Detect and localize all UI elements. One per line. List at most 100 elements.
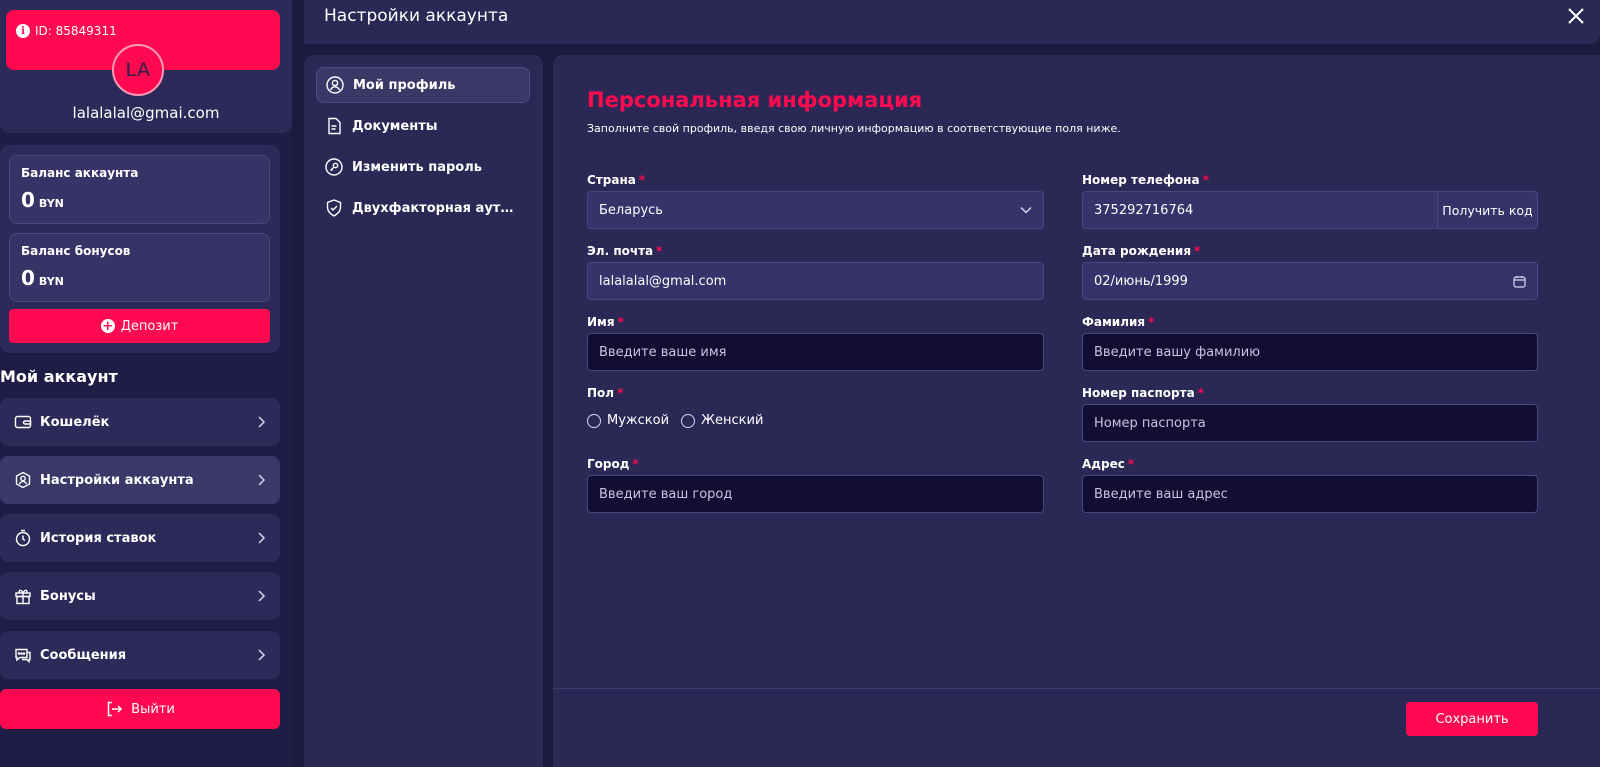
phone-field-group: 375292716764 Получить код xyxy=(1082,191,1538,229)
birthdate-label-text: Дата рождения xyxy=(1082,244,1192,258)
first-name-label-text: Имя xyxy=(587,315,615,329)
country-label-text: Страна xyxy=(587,173,636,187)
first-name-input[interactable]: Введите ваше имя xyxy=(587,333,1044,371)
country-value: Беларусь xyxy=(599,202,663,218)
required-mark: * xyxy=(1148,315,1155,329)
chevron-down-icon xyxy=(1020,206,1032,214)
birthdate-value: 02/июнь/1999 xyxy=(1094,273,1188,289)
city-placeholder: Введите ваш город xyxy=(599,486,733,502)
gender-option-male[interactable]: Мужской xyxy=(587,413,669,428)
required-mark: * xyxy=(632,457,639,471)
birthdate-label: Дата рождения * xyxy=(1082,244,1200,258)
sidebar-item-label: Кошелёк xyxy=(40,414,110,430)
close-button[interactable] xyxy=(1566,6,1586,26)
passport-label-text: Номер паспорта xyxy=(1082,386,1195,400)
sidebar-item-label: Бонусы xyxy=(40,588,96,604)
tab-two-factor-auth[interactable]: Двухфакторная аутент... xyxy=(316,190,530,226)
plus-circle-icon: + xyxy=(100,318,115,334)
required-mark: * xyxy=(1197,386,1204,400)
calendar-icon[interactable] xyxy=(1513,275,1526,288)
messages-icon xyxy=(14,646,32,664)
passport-label: Номер паспорта * xyxy=(1082,386,1204,400)
phone-label-text: Номер телефона xyxy=(1082,173,1200,187)
form-title: Персональная информация xyxy=(587,88,923,112)
country-select[interactable]: Беларусь xyxy=(587,191,1044,229)
gender-option-female[interactable]: Женский xyxy=(681,413,763,428)
address-placeholder: Введите ваш адрес xyxy=(1094,486,1228,502)
sidebar-item-bet-history[interactable]: История ставок xyxy=(0,514,280,562)
tab-label: Изменить пароль xyxy=(352,159,482,175)
last-name-label: Фамилия * xyxy=(1082,315,1154,329)
last-name-input[interactable]: Введите вашу фамилию xyxy=(1082,333,1538,371)
last-name-label-text: Фамилия xyxy=(1082,315,1146,329)
user-email: lalalalal@gmai.com xyxy=(72,104,220,122)
tab-documents[interactable]: Документы xyxy=(316,108,530,144)
address-label-text: Адрес xyxy=(1082,457,1125,471)
required-mark: * xyxy=(1194,244,1201,258)
required-mark: * xyxy=(617,315,624,329)
passport-input[interactable]: Номер паспорта xyxy=(1082,404,1538,442)
close-icon xyxy=(1568,8,1584,24)
gift-icon xyxy=(14,587,32,605)
tab-label: Документы xyxy=(352,118,438,134)
chevron-right-icon xyxy=(256,590,266,602)
sidebar-item-bonuses[interactable]: Бонусы xyxy=(0,572,280,620)
radio-button[interactable] xyxy=(587,413,601,428)
tab-label: Двухфакторная аутент... xyxy=(352,200,522,216)
bonus-balance-label: Баланс бонусов xyxy=(21,244,131,258)
city-label: Город * xyxy=(587,457,639,471)
address-label: Адрес * xyxy=(1082,457,1134,471)
user-shield-icon xyxy=(14,471,32,489)
sidebar-item-label: История ставок xyxy=(40,530,157,546)
save-button[interactable]: Сохранить xyxy=(1406,702,1538,736)
phone-input[interactable]: 375292716764 xyxy=(1083,192,1437,228)
first-name-placeholder: Введите ваше имя xyxy=(599,344,727,360)
email-label-text: Эл. почта xyxy=(587,244,654,258)
radio-button[interactable] xyxy=(681,413,696,428)
chevron-right-icon xyxy=(256,474,266,486)
tab-change-password[interactable]: Изменить пароль xyxy=(316,149,530,185)
history-icon xyxy=(14,529,32,547)
required-mark: * xyxy=(617,386,624,400)
country-label: Страна * xyxy=(587,173,645,187)
logout-button[interactable]: Выйти xyxy=(0,689,280,729)
sidebar-item-label: Настройки аккаунта xyxy=(40,472,194,488)
sidebar-item-account-settings[interactable]: Настройки аккаунта xyxy=(0,456,280,504)
required-mark: * xyxy=(1127,457,1135,471)
bonus-balance-currency: BYN xyxy=(38,275,64,288)
gender-option-label: Женский xyxy=(701,413,764,428)
document-icon xyxy=(324,116,344,136)
email-value: lalalalal@gmal.com xyxy=(599,273,727,289)
required-mark: * xyxy=(1202,173,1209,187)
bonus-balance-amount: 0 xyxy=(21,266,35,290)
footer-divider xyxy=(553,688,1600,689)
account-balance-box: Баланс аккаунта 0 BYN xyxy=(9,155,270,224)
email-field[interactable]: lalalalal@gmal.com xyxy=(587,262,1044,300)
account-balance-value: 0 BYN xyxy=(21,188,258,212)
user-id-text: ID: 85849311 xyxy=(35,24,117,38)
city-input[interactable]: Введите ваш город xyxy=(587,475,1044,513)
info-icon: i xyxy=(16,24,30,38)
birthdate-field[interactable]: 02/июнь/1999 xyxy=(1082,262,1538,300)
logout-icon xyxy=(105,700,123,718)
email-label: Эл. почта * xyxy=(587,244,662,258)
phone-label: Номер телефона * xyxy=(1082,173,1209,187)
required-mark: * xyxy=(656,244,663,258)
chevron-right-icon xyxy=(256,532,266,544)
deposit-button[interactable]: + Депозит xyxy=(9,309,270,343)
sidebar-item-label: Сообщения xyxy=(40,647,127,663)
deposit-label: Депозит xyxy=(120,318,179,334)
sidebar-item-wallet[interactable]: Кошелёк xyxy=(0,398,280,446)
city-label-text: Город xyxy=(587,457,630,471)
key-icon xyxy=(324,157,344,177)
get-code-button[interactable]: Получить код xyxy=(1437,192,1537,228)
logout-label: Выйти xyxy=(131,701,175,717)
settings-nav: Мой профиль Документы Изменить пароль Дв… xyxy=(304,55,543,767)
tab-label: Мой профиль xyxy=(353,77,456,93)
gender-label: Пол * xyxy=(587,386,623,400)
first-name-label: Имя * xyxy=(587,315,624,329)
profile-icon xyxy=(325,75,345,95)
sidebar-item-messages[interactable]: Сообщения xyxy=(0,631,280,679)
address-input[interactable]: Введите ваш адрес xyxy=(1082,475,1538,513)
tab-my-profile[interactable]: Мой профиль xyxy=(316,67,530,103)
